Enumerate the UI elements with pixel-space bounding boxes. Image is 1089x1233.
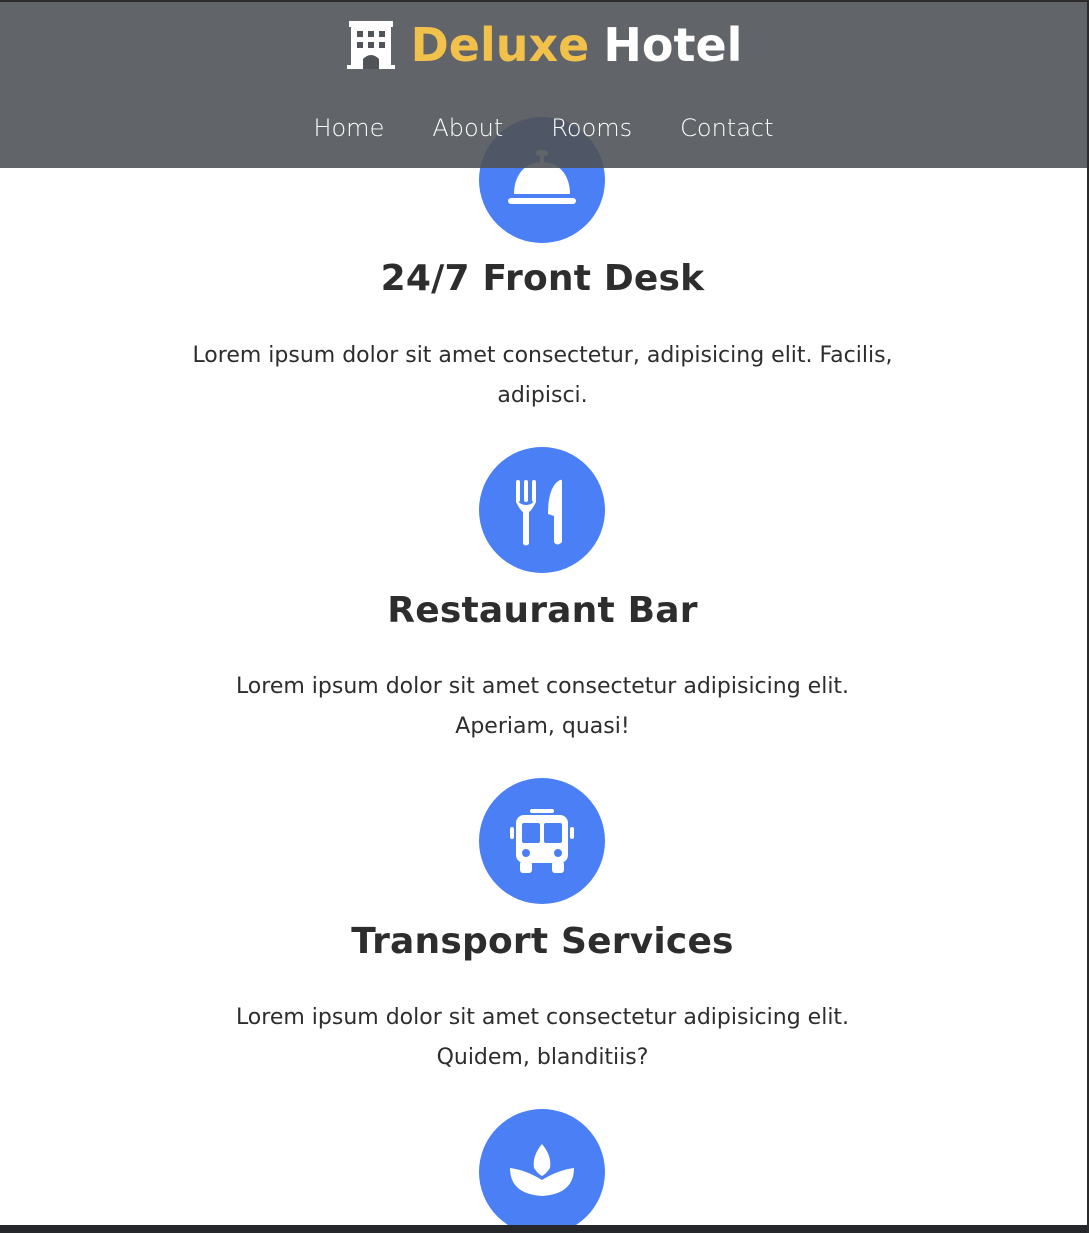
service-description: Lorem ipsum dolor sit amet consectetur a… <box>235 674 850 739</box>
site-header: Deluxe Hotel Home About Rooms Contact <box>0 2 1087 168</box>
brand-accent-text: Deluxe <box>410 18 590 72</box>
spa-lotus-icon <box>479 1109 605 1233</box>
service-title: 24/7 Front Desk <box>380 258 705 299</box>
service-title: Restaurant Bar <box>387 590 698 631</box>
nav-link-about[interactable]: About <box>432 114 503 142</box>
brand-logo[interactable]: Deluxe Hotel <box>0 18 1087 72</box>
hotel-building-icon <box>346 21 395 69</box>
service-title: Transport Services <box>351 921 734 962</box>
bus-icon <box>479 778 605 904</box>
brand-text: Hotel <box>603 18 743 72</box>
nav-link-contact[interactable]: Contact <box>680 114 773 142</box>
nav-link-home[interactable]: Home <box>313 114 384 142</box>
nav-link-rooms[interactable]: Rooms <box>551 114 632 142</box>
utensils-icon <box>479 447 605 573</box>
main-nav: Home About Rooms Contact <box>0 114 1087 142</box>
service-description: Lorem ipsum dolor sit amet consectetur, … <box>192 343 893 408</box>
page-frame: 24/7 Front Desk Lorem ipsum dolor sit am… <box>0 0 1089 1233</box>
service-description: Lorem ipsum dolor sit amet consectetur a… <box>235 1005 850 1070</box>
window-bottom-edge <box>0 1225 1087 1233</box>
